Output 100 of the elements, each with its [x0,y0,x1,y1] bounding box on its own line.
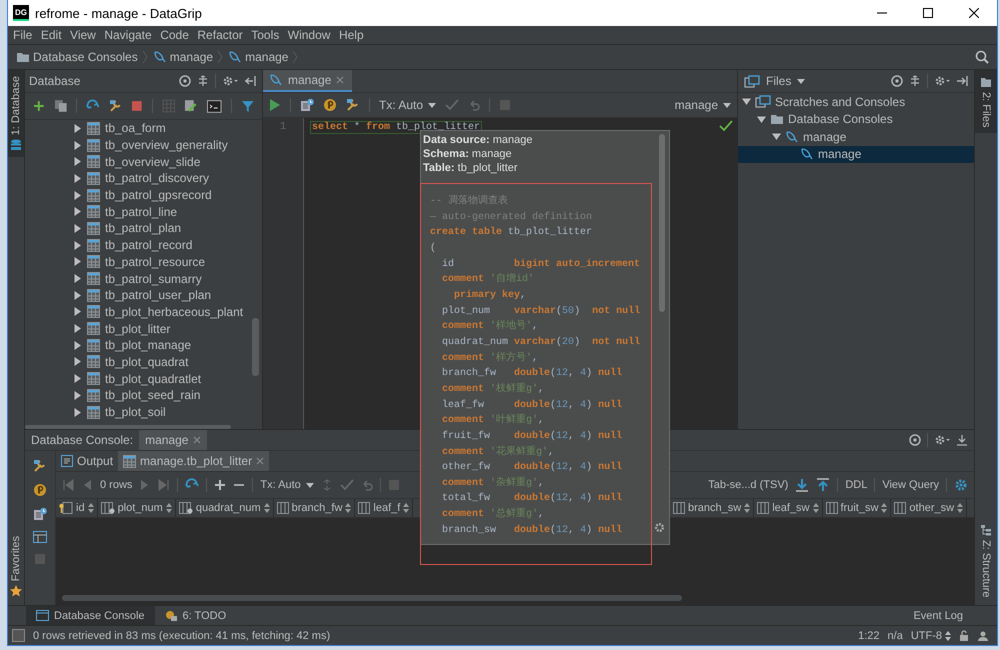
wrench-icon[interactable] [33,459,47,473]
parameters-icon[interactable] [33,483,47,497]
ddl-button[interactable]: DDL [845,479,868,491]
expand-arrow-icon[interactable] [73,374,82,384]
tree-item[interactable]: tb_plot_manage [105,338,192,352]
event-log-tab[interactable]: Event Log [913,610,997,622]
console-tab[interactable]: manage [139,430,208,450]
menu-item[interactable]: Tools [247,28,284,42]
encoding-selector[interactable]: UTF-8 [910,630,951,642]
scrollbar[interactable] [659,134,665,312]
column-header[interactable]: leaf_f [355,499,414,517]
tree-item[interactable]: tb_patrol_resource [105,254,206,269]
table-icon[interactable] [87,322,100,336]
tree-item[interactable]: tb_plot_quadratlet [105,372,202,386]
copy-icon[interactable] [54,99,68,113]
table-icon[interactable] [87,255,100,268]
breadcrumb[interactable]: manage [152,50,214,64]
minimize-panel-icon[interactable] [956,434,968,446]
menu-item[interactable]: View [66,28,100,42]
target-icon[interactable] [891,75,903,87]
sort-icon[interactable] [881,503,888,513]
settings-icon[interactable] [222,75,238,87]
tool-window-tab[interactable]: Database Console [26,606,155,625]
sort-icon[interactable] [403,503,410,513]
target-icon[interactable] [909,434,921,446]
sort-icon[interactable] [166,503,172,513]
expand-arrow-icon[interactable] [73,240,82,250]
expand-arrow-icon[interactable] [73,408,82,417]
tree-item[interactable]: tb_patrol_record [105,238,192,252]
table-icon[interactable] [87,372,100,386]
valid-check-icon[interactable] [719,120,733,132]
table-icon[interactable] [87,355,100,368]
table-icon[interactable] [87,122,100,135]
add-row-icon[interactable] [214,479,226,491]
layout-icon[interactable] [33,531,47,543]
editor-tab[interactable]: manage [263,70,352,92]
table-icon[interactable] [87,305,100,318]
table-icon[interactable] [87,406,100,419]
add-icon[interactable] [33,100,45,112]
expand-arrow-icon[interactable] [73,290,82,300]
menu-item[interactable]: File [9,28,36,42]
tree-row[interactable]: Scratches and Consoles [738,93,974,110]
expand-arrow-icon[interactable] [73,274,82,284]
menu-item[interactable]: Refactor [193,28,247,42]
sort-icon[interactable] [957,503,964,513]
menu-item[interactable]: Edit [36,28,66,42]
expand-arrow-icon[interactable] [73,307,82,316]
table-icon[interactable] [87,272,100,286]
terminal-icon[interactable] [207,100,222,112]
column-header[interactable]: branch_fw [274,499,356,517]
tab-close-icon[interactable] [336,76,344,84]
menu-item[interactable]: Code [156,28,193,42]
table-icon[interactable] [87,338,100,352]
hide-icon[interactable] [244,75,256,87]
expand-arrow-icon[interactable] [73,174,82,183]
scrollbar[interactable] [252,318,259,376]
tree-item[interactable]: tb_oa_form [105,121,166,136]
export-format-dropdown[interactable]: Tab-se...d (TSV) [708,479,788,491]
run-icon[interactable] [269,98,281,112]
expand-arrow-icon[interactable] [73,357,82,366]
settings-icon[interactable] [934,75,950,87]
tree-item[interactable]: tb_plot_quadrat [105,354,188,369]
sort-icon[interactable] [744,503,750,513]
table-icon[interactable] [87,388,100,402]
wrench-icon[interactable] [346,98,360,112]
structure-tool-tab[interactable]: Z: Structure [975,518,997,605]
result-tab[interactable]: manage.tb_plot_litter [118,451,270,471]
table-icon[interactable] [87,238,100,252]
tree-row[interactable]: manage [738,128,974,146]
table-icon[interactable] [87,188,100,202]
tree-item[interactable]: tb_patrol_sumarry [105,272,202,286]
table-icon[interactable] [87,155,100,168]
line-separator[interactable]: n/a [888,630,903,642]
edit-icon[interactable] [184,99,198,113]
column-header[interactable]: quadrat_num [176,499,274,517]
expand-arrow-icon[interactable] [73,124,82,133]
favorites-tool-tab[interactable]: Favorites [8,532,24,605]
history-icon[interactable] [300,98,314,112]
settings-icon[interactable] [654,522,665,533]
expand-arrow-icon[interactable] [73,207,82,216]
tree-item[interactable]: tb_overview_slide [105,154,200,169]
tree-item[interactable]: tb_plot_herbaceous_plant [105,304,244,319]
tab-close-icon[interactable] [256,457,264,465]
settings-icon[interactable] [934,434,950,446]
table-icon[interactable] [87,205,100,218]
upload-icon[interactable] [816,478,830,492]
sort-icon[interactable] [812,503,818,513]
updown-icon[interactable] [945,630,951,640]
tree-item[interactable]: tb_patrol_plan [105,221,182,236]
expand-arrow-icon[interactable] [742,97,751,106]
files-view-dropdown[interactable]: Files [744,74,885,88]
transaction-mode-dropdown[interactable]: Tx: Auto [379,98,436,112]
tree-item[interactable]: tb_plot_seed_rain [105,388,200,402]
expand-arrow-icon[interactable] [73,257,82,266]
tree-row[interactable]: manage [738,146,974,163]
expand-arrow-icon[interactable] [73,190,82,200]
column-header[interactable]: other_sw [891,499,968,517]
search-icon[interactable] [975,50,989,64]
sort-icon[interactable] [264,503,270,513]
tool-windows-icon[interactable] [12,629,25,642]
